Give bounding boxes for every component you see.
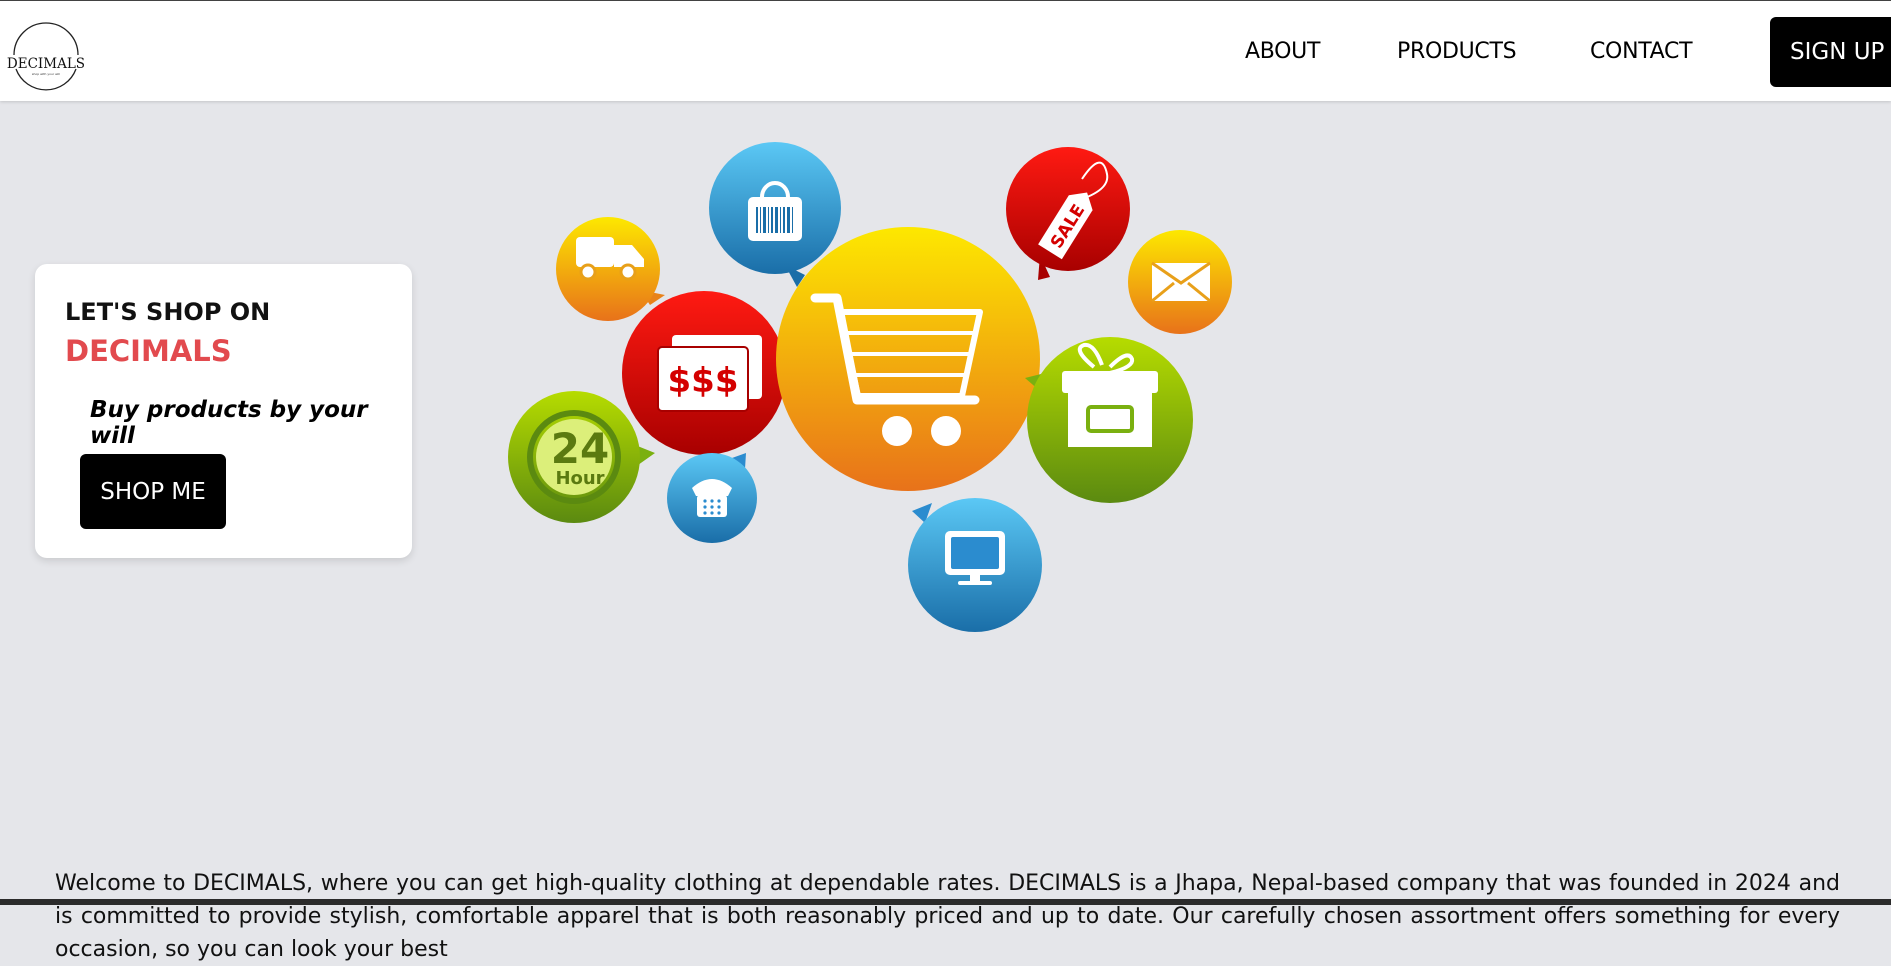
hours-word: Hour — [555, 468, 604, 489]
hero-card: LET'S SHOP ON DECIMALS Buy products by y… — [35, 264, 412, 558]
shop-me-button[interactable]: SHOP ME — [80, 454, 226, 529]
nav-about[interactable]: ABOUT — [1245, 39, 1320, 64]
envelope-icon — [1128, 230, 1232, 334]
welcome-paragraph: Welcome to DECIMALS, where you can get h… — [55, 871, 1840, 962]
nav-products[interactable]: PRODUCTS — [1397, 39, 1517, 64]
hero-illustration: $$$ 24 Hour SALE — [508, 142, 1232, 632]
sign-up-button[interactable]: SIGN UP — [1770, 17, 1891, 87]
window-bottom-border — [0, 899, 1891, 905]
sale-tag-icon: SALE — [1006, 147, 1130, 280]
site-header: DECIMALS shop with your will ABOUT PRODU… — [0, 1, 1891, 101]
shopping-cart-icon — [776, 227, 1040, 491]
logo-wordmark: DECIMALS — [7, 56, 85, 72]
hours-number: 24 — [551, 424, 609, 473]
nav-contact[interactable]: CONTACT — [1590, 39, 1693, 64]
logo-subtext: shop with your will — [32, 72, 60, 76]
decimals-logo[interactable]: DECIMALS shop with your will — [6, 17, 86, 97]
hero-brand: DECIMALS — [65, 334, 232, 368]
telephone-icon — [667, 453, 757, 543]
hero-tagline: Buy products by your will — [90, 397, 368, 449]
money-label: $$$ — [668, 361, 739, 401]
money-icon: $$$ — [622, 291, 786, 455]
hero-title: LET'S SHOP ON — [65, 298, 271, 326]
monitor-icon — [908, 498, 1042, 632]
gift-box-icon — [1025, 337, 1193, 503]
delivery-truck-icon — [556, 217, 665, 321]
